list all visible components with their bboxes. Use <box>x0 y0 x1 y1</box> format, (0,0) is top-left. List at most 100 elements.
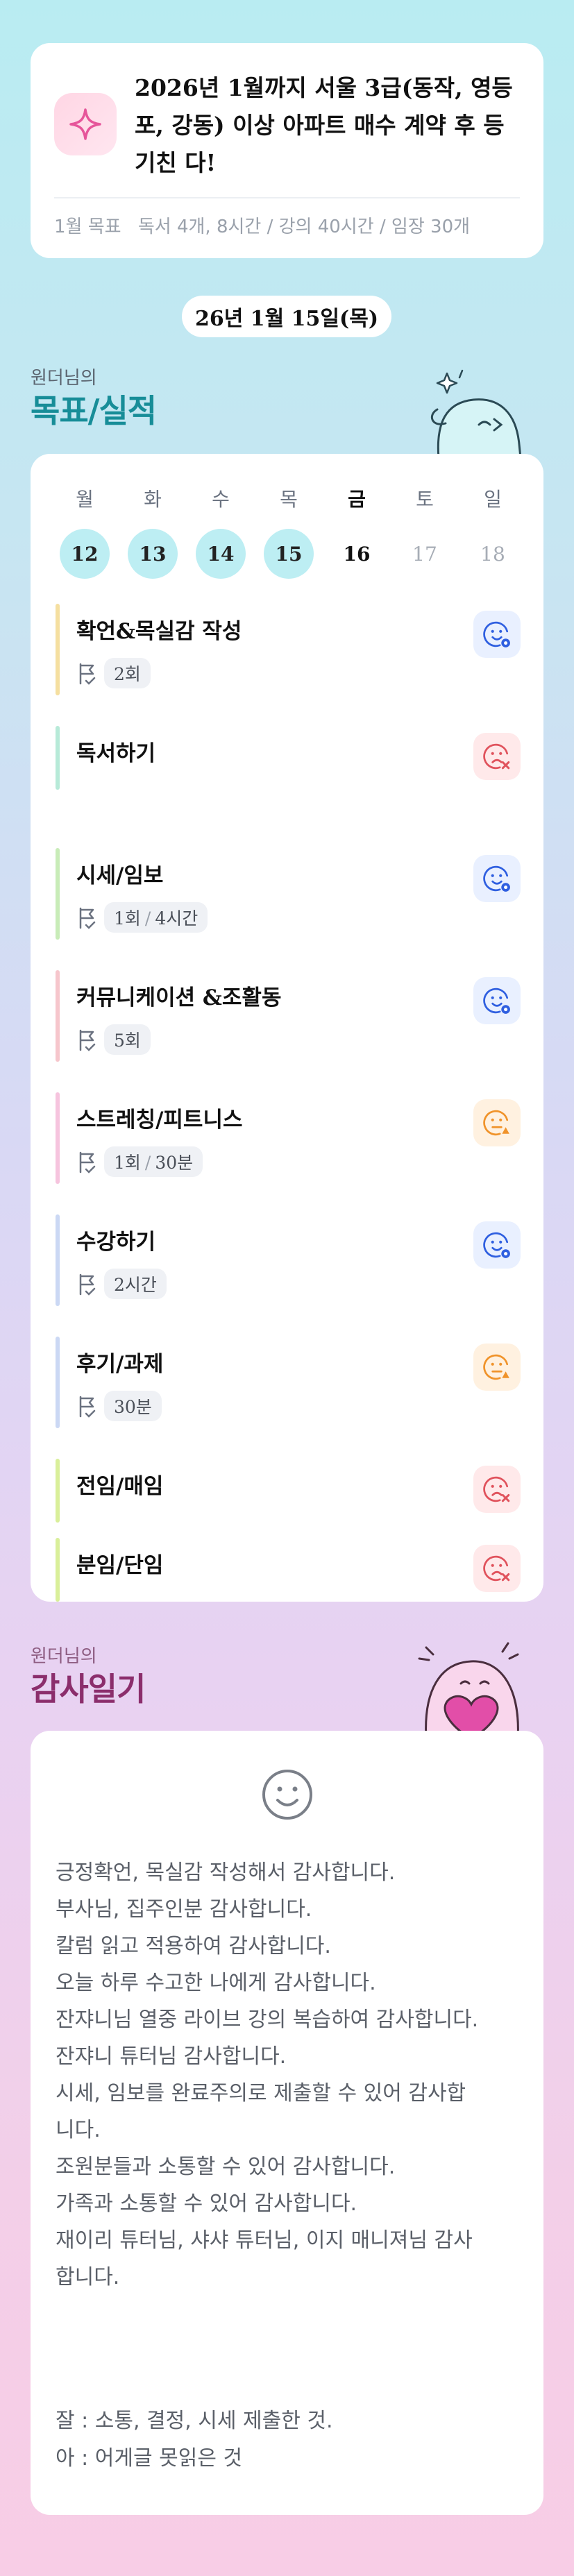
task-color-bar <box>56 726 60 790</box>
task-meta: 1회/30분 <box>76 1146 203 1177</box>
task-meta: 2시간 <box>76 1269 167 1299</box>
gratitude-line: 잔쟈니 튜터님 감사합니다. <box>56 2044 287 2069</box>
goal-label: 1월 목표 <box>54 217 121 237</box>
task-item[interactable]: 스트레칭/피트니스 1회/30분 <box>56 1092 521 1184</box>
review-line: 아 : 어게글 못읽은 것 <box>56 2446 243 2471</box>
gratitude-section-title: 감사일기 <box>31 1670 146 1708</box>
task-time: 4시간 <box>155 908 199 929</box>
task-color-bar <box>56 1538 60 1602</box>
task-color-bar <box>56 848 60 940</box>
day-column[interactable]: 토 17 <box>400 486 450 579</box>
sparkle-icon <box>54 93 117 155</box>
task-meta: 5회 <box>76 1024 151 1055</box>
flag-check-icon <box>76 1028 97 1051</box>
day-column[interactable]: 화 13 <box>128 486 178 579</box>
task-count: 2시간 <box>114 1275 157 1295</box>
day-column[interactable]: 금 16 <box>332 486 382 579</box>
ghost-mascot-icon <box>430 369 522 458</box>
goals-section-title: 목표/실적 <box>31 392 157 430</box>
status-face-red-icon[interactable] <box>473 1466 521 1513</box>
day-column[interactable]: 목 15 <box>264 486 314 579</box>
status-face-red-icon[interactable] <box>473 1545 521 1592</box>
day-of-week-label: 수 <box>212 488 230 511</box>
gratitude-line: 칼럼 읽고 적용하여 감사합니다. <box>56 1934 331 1958</box>
task-name: 전임/매임 <box>76 1474 164 1499</box>
goal-card[interactable]: 2026년 1월까지 서울 3급(동작, 영등포, 강동) 이상 아파트 매수 … <box>31 43 543 258</box>
task-name: 스트레칭/피트니스 <box>76 1108 243 1133</box>
gratitude-line: 시세, 임보를 완료주의로 제출할 수 있어 감사합 <box>56 2081 466 2105</box>
task-name: 커뮤니케이션 &조활동 <box>76 985 282 1010</box>
task-item[interactable]: 분임/단임 <box>56 1538 521 1602</box>
date-number[interactable]: 12 <box>60 529 110 579</box>
gratitude-card: 긍정확언, 목실감 작성해서 감사합니다. 부사님, 집주인분 감사합니다. 칼럼 … <box>31 1731 543 2515</box>
date-number[interactable]: 13 <box>128 529 178 579</box>
day-of-week-label: 목 <box>280 488 298 511</box>
status-face-orange-icon[interactable] <box>473 1099 521 1146</box>
task-name: 독서하기 <box>76 741 156 766</box>
task-color-bar <box>56 1337 60 1428</box>
day-of-week-label: 토 <box>416 488 434 511</box>
status-face-blue-icon[interactable] <box>473 855 521 902</box>
date-number[interactable]: 15 <box>264 529 314 579</box>
status-face-blue-icon[interactable] <box>473 1221 521 1269</box>
goal-title: 2026년 1월까지 서울 3급(동작, 영등포, 강동) 이상 아파트 매수 … <box>135 74 513 176</box>
status-face-blue-icon[interactable] <box>473 611 521 658</box>
task-count: 30분 <box>114 1397 152 1417</box>
gratitude-line: 재이리 튜터님, 샤샤 튜터님, 이지 매니져님 감사 <box>56 2228 473 2253</box>
gratitude-line: 니다. <box>56 2118 101 2142</box>
task-item[interactable]: 전임/매임 <box>56 1459 521 1523</box>
review-line: 잘 : 소통, 결정, 시세 제출한 것. <box>56 2409 333 2433</box>
flag-check-icon <box>76 1272 97 1296</box>
day-of-week-label: 화 <box>144 488 162 511</box>
task-name: 시세/임보 <box>76 863 164 888</box>
day-column[interactable]: 월 12 <box>60 486 110 579</box>
task-progress-pill: 2회 <box>104 658 151 688</box>
task-color-bar <box>56 970 60 1062</box>
task-item[interactable]: 커뮤니케이션 &조활동 5회 <box>56 970 521 1062</box>
task-item[interactable]: 독서하기 <box>56 726 521 790</box>
day-column[interactable]: 수 14 <box>196 486 246 579</box>
task-item[interactable]: 시세/임보 1회/4시간 <box>56 848 521 940</box>
day-column[interactable]: 일 18 <box>468 486 518 579</box>
task-item[interactable]: 후기/과제 30분 <box>56 1337 521 1428</box>
task-meta: 30분 <box>76 1391 162 1421</box>
pill-separator: / <box>144 908 151 929</box>
task-item[interactable]: 수강하기 2시간 <box>56 1214 521 1306</box>
task-count: 2회 <box>114 664 141 684</box>
task-count: 1회 <box>114 1153 141 1173</box>
task-count: 1회 <box>114 908 141 929</box>
pill-separator: / <box>144 1153 151 1173</box>
task-color-bar <box>56 1092 60 1184</box>
status-face-red-icon[interactable] <box>473 733 521 780</box>
divider <box>54 197 520 198</box>
week-calendar: 월 12 화 13 수 14 목 15 금 16 토 17 일 18 <box>60 486 518 579</box>
task-time: 30분 <box>155 1153 194 1173</box>
gratitude-line: 잔쟈니님 열중 라이브 강의 복습하여 감사합니다. <box>56 2008 479 2032</box>
task-color-bar <box>56 604 60 695</box>
status-face-orange-icon[interactable] <box>473 1344 521 1391</box>
goals-card: 월 12 화 13 수 14 목 15 금 16 토 17 일 18 확언&목실감 작성 2회독서하기시세/… <box>31 454 543 1602</box>
task-color-bar <box>56 1214 60 1306</box>
day-of-week-label: 금 <box>348 488 366 511</box>
task-name: 후기/과제 <box>76 1352 164 1377</box>
gratitude-line: 조원분들과 소통할 수 있어 감사합니다. <box>56 2155 396 2179</box>
date-number[interactable]: 18 <box>468 529 518 579</box>
gratitude-review: 잘 : 소통, 결정, 시세 제출한 것. 아 : 어게글 못읽은 것 <box>56 2403 527 2477</box>
goal-detail-text: 독서 4개, 8시간 / 강의 40시간 / 임장 30개 <box>137 217 471 237</box>
task-color-bar <box>56 1459 60 1523</box>
flag-check-icon <box>76 1394 97 1418</box>
status-face-blue-icon[interactable] <box>473 977 521 1024</box>
date-number[interactable]: 14 <box>196 529 246 579</box>
task-progress-pill: 1회/30분 <box>104 1146 203 1177</box>
gratitude-entries: 긍정확언, 목실감 작성해서 감사합니다. 부사님, 집주인분 감사합니다. 칼럼 … <box>56 1854 527 2296</box>
task-item[interactable]: 확언&목실감 작성 2회 <box>56 604 521 695</box>
date-number[interactable]: 16 <box>332 529 382 579</box>
date-selector[interactable]: 26년 1월 15일(목) <box>182 296 391 337</box>
task-name: 확언&목실감 작성 <box>76 619 242 644</box>
flag-check-icon <box>76 906 97 929</box>
gratitude-line: 합니다. <box>56 2265 120 2289</box>
gratitude-line: 가족과 소통할 수 있어 감사합니다. <box>56 2192 357 2216</box>
task-meta: 1회/4시간 <box>76 902 208 933</box>
date-number[interactable]: 17 <box>400 529 450 579</box>
task-progress-pill: 5회 <box>104 1024 151 1055</box>
